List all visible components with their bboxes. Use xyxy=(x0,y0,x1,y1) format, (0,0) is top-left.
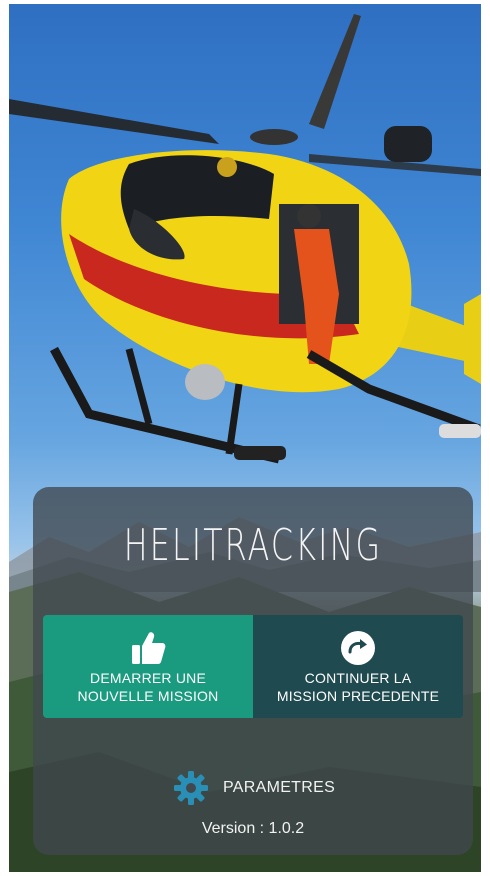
start-new-mission-button[interactable]: DEMARRER UNE NOUVELLE MISSION xyxy=(43,615,253,718)
continue-mission-label-line2: MISSION PRECEDENTE xyxy=(276,688,440,704)
settings-button[interactable]: PARAMETRES xyxy=(173,770,335,806)
new-mission-label-line2: NOUVELLE MISSION xyxy=(77,688,219,704)
redo-arrow-icon xyxy=(341,631,375,665)
helicopter-illustration xyxy=(9,14,481,464)
continue-mission-label-line1: CONTINUER LA xyxy=(304,670,412,686)
app-title: HELITRACKING xyxy=(123,520,383,571)
settings-label: PARAMETRES xyxy=(223,779,336,796)
new-mission-label-line1: DEMARRER UNE xyxy=(90,670,206,686)
version-label: Version : 1.0.2 xyxy=(201,820,305,837)
continue-previous-mission-button[interactable]: CONTINUER LA MISSION PRECEDENTE xyxy=(253,615,463,718)
thumbs-up-icon xyxy=(132,632,166,664)
gear-icon xyxy=(174,771,208,805)
